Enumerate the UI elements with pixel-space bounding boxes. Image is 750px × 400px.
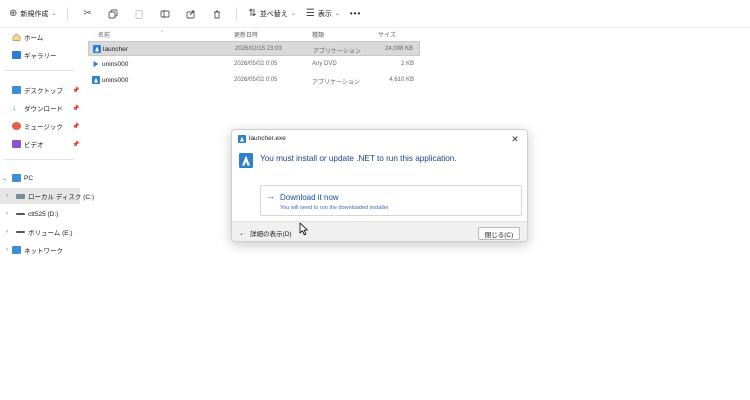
paste-button[interactable] <box>126 4 152 24</box>
trash-icon <box>214 10 221 18</box>
new-button-label: 新規作成 <box>20 10 49 18</box>
dialog-message: You must install or update .NET to run t… <box>260 154 457 163</box>
app-icon <box>92 76 100 84</box>
file-row-unins000-exe[interactable]: unins000 2026/05/02 0:05 アプリケーション 4,610 … <box>88 73 420 88</box>
chevron-right-icon[interactable]: › <box>6 247 8 253</box>
column-header-row: ⌃ 名前 更新日時 種類 サイズ <box>88 28 420 40</box>
column-modified[interactable]: 更新日時 <box>234 30 258 39</box>
pc-icon <box>12 174 21 182</box>
view-button[interactable]: ☰ 表示 ⌄ <box>301 4 345 24</box>
desktop-icon <box>12 86 21 94</box>
close-button[interactable]: 閉じる(C) <box>478 227 520 240</box>
dialog-footer: ⌄ 詳細の表示(D) 閉じる(C) <box>232 221 527 241</box>
sort-button-label: 並べ替え <box>259 10 288 18</box>
chevron-right-icon[interactable]: › <box>6 193 8 199</box>
sidebar-item-videos[interactable]: ビデオ 📌 <box>0 136 80 152</box>
paste-icon <box>135 9 143 19</box>
sidebar-divider <box>4 70 74 71</box>
chevron-right-icon[interactable]: › <box>6 211 8 217</box>
sidebar-item-volume[interactable]: › ボリューム (E:) <box>0 224 80 240</box>
view-list-icon: ☰ <box>305 8 315 19</box>
column-type[interactable]: 種類 <box>312 30 324 39</box>
sidebar-item-desktop[interactable]: デスクトップ 📌 <box>0 82 80 98</box>
dialog-title-bar: launcher.exe ✕ <box>232 130 527 148</box>
video-icon <box>12 140 21 148</box>
sidebar-divider <box>4 159 74 160</box>
gallery-icon <box>12 51 21 59</box>
close-icon: ✕ <box>511 133 519 144</box>
copy-button[interactable] <box>100 4 126 24</box>
plus-circle-icon: ⊕ <box>9 8 18 19</box>
sidebar-item-ctt525[interactable]: › ctt525 (D:) <box>0 206 80 222</box>
drive-icon <box>16 231 25 233</box>
music-icon <box>12 122 21 130</box>
pin-icon: 📌 <box>72 87 80 94</box>
dat-file-icon <box>93 61 99 67</box>
more-icon: ••• <box>349 9 362 18</box>
more-options-button[interactable]: ••• <box>345 4 366 24</box>
chevron-right-icon[interactable]: › <box>6 229 8 235</box>
sort-up-icon: ⌃ <box>160 30 165 36</box>
mouse-cursor-icon <box>299 222 308 236</box>
sidebar-item-gallery[interactable]: ギャラリー <box>0 47 80 63</box>
column-name[interactable]: 名前 <box>98 30 110 39</box>
download-icon: ↓ <box>12 103 16 112</box>
pin-icon: 📌 <box>72 105 80 112</box>
arrow-right-icon: → <box>266 191 275 201</box>
chevron-down-icon: ⌄ <box>51 11 57 17</box>
launcher-app-icon <box>239 153 253 168</box>
launcher-app-icon <box>93 45 101 53</box>
sidebar-item-music[interactable]: ミュージック 📌 <box>0 118 80 134</box>
home-icon <box>12 33 21 41</box>
command-bar: ⊕ 新規作成 ⌄ ✂ ⇅ 並べ替え ⌄ ☰ 表示 ⌄ ••• <box>0 0 750 28</box>
delete-button[interactable] <box>204 4 230 24</box>
toolbar-divider <box>236 6 238 21</box>
network-icon <box>12 246 21 254</box>
sidebar-item-home[interactable]: ホーム <box>0 29 80 45</box>
cut-button[interactable]: ✂ <box>74 4 100 24</box>
sidebar-item-network[interactable]: › ネットワーク <box>0 242 80 258</box>
chevron-down-icon: ⌄ <box>334 11 340 17</box>
sidebar-item-pc[interactable]: ⌄ PC <box>0 170 80 186</box>
dotnet-required-dialog: launcher.exe ✕ You must install or updat… <box>231 129 528 242</box>
file-row-launcher[interactable]: launcher 2026/02/15 23:03 アプリケーション 24,09… <box>88 41 420 56</box>
chevron-down-icon: ⌄ <box>290 11 296 17</box>
chevron-down-icon: ⌄ <box>239 230 245 237</box>
pin-icon: 📌 <box>72 141 80 148</box>
sidebar-item-downloads[interactable]: ↓ ダウンロード 📌 <box>0 100 80 116</box>
dialog-title: launcher.exe <box>249 135 286 142</box>
navigation-pane: ホーム ギャラリー デスクトップ 📌 ↓ ダウンロード 📌 ミュージック 📌 ビ… <box>0 28 94 400</box>
share-icon <box>186 10 195 18</box>
new-button[interactable]: ⊕ 新規作成 ⌄ <box>4 4 61 24</box>
download-now-command-link[interactable]: → Download it now You will need to run t… <box>260 185 522 216</box>
view-button-label: 表示 <box>317 10 332 18</box>
sort-icon: ⇅ <box>248 8 257 19</box>
launcher-app-icon <box>238 135 246 143</box>
show-details-toggle[interactable]: ⌄ 詳細の表示(D) <box>239 227 292 239</box>
sidebar-item-local-disk[interactable]: › ローカル ディスク (C:) <box>0 188 94 204</box>
column-size[interactable]: サイズ <box>378 30 396 39</box>
scissors-icon: ✂ <box>83 8 92 19</box>
chevron-down-icon[interactable]: ⌄ <box>2 175 7 182</box>
share-button[interactable] <box>178 4 204 24</box>
drive-icon <box>16 213 25 215</box>
command-link-note: You will need to run the downloaded inst… <box>280 205 389 211</box>
drive-icon <box>16 194 25 199</box>
rename-icon <box>160 9 170 18</box>
file-row-unins000-dat[interactable]: unins000 2026/05/02 0:05 Any DVD 2 KB <box>88 57 420 72</box>
sort-button[interactable]: ⇅ 並べ替え ⌄ <box>243 4 300 24</box>
toolbar-divider <box>67 6 69 21</box>
pin-icon: 📌 <box>72 123 80 130</box>
show-details-label: 詳細の表示(D) <box>250 231 292 238</box>
command-link-label: Download it now <box>280 193 339 202</box>
copy-icon <box>108 9 118 18</box>
dialog-close-button[interactable]: ✕ <box>509 133 521 145</box>
rename-button[interactable] <box>152 4 178 24</box>
